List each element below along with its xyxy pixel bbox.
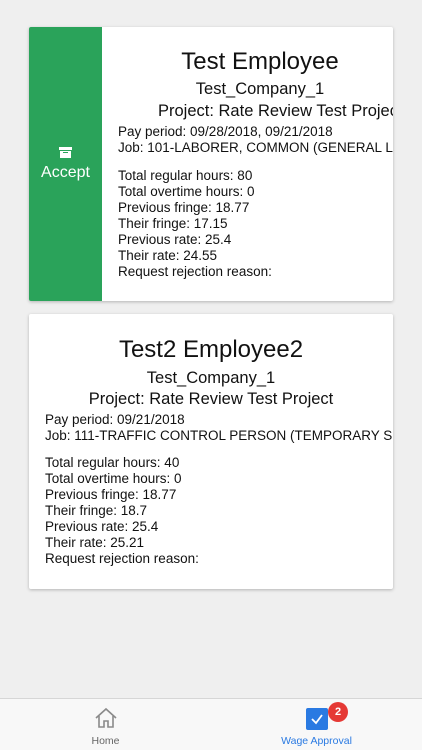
their-rate: Their rate: 25.21 <box>45 535 145 550</box>
rejection-reason: Request rejection reason: <box>45 551 199 566</box>
pay-period: Pay period: 09/21/2018 <box>45 412 185 427</box>
project-name: Project: Rate Review Test Project <box>158 102 393 120</box>
notification-badge: 2 <box>328 702 348 722</box>
wage-request-card[interactable]: Test2 Employee2 Test_Company_1 Project: … <box>29 314 393 589</box>
card-content: Test Employee Test_Company_1 Project: Ra… <box>118 27 393 301</box>
tab-bar: Home 2 Wage Approval <box>0 698 422 750</box>
card-content: Test2 Employee2 Test_Company_1 Project: … <box>45 314 393 589</box>
their-fringe: Their fringe: 17.15 <box>118 216 228 231</box>
employee-name: Test Employee <box>181 48 339 75</box>
total-regular-hours: Total regular hours: 80 <box>118 168 253 183</box>
company-name: Test_Company_1 <box>195 80 325 98</box>
rejection-reason: Request rejection reason: <box>118 264 272 279</box>
accept-label: Accept <box>41 163 90 181</box>
previous-fringe: Previous fringe: 18.77 <box>45 487 177 502</box>
total-overtime-hours: Total overtime hours: 0 <box>45 471 182 486</box>
checkbox-icon <box>306 708 328 730</box>
job: Job: 101-LABORER, COMMON (GENERAL LABOR) <box>118 140 393 155</box>
total-regular-hours: Total regular hours: 40 <box>45 455 180 470</box>
project-name: Project: Rate Review Test Project <box>88 390 334 408</box>
previous-fringe: Previous fringe: 18.77 <box>118 200 250 215</box>
job: Job: 111-TRAFFIC CONTROL PERSON (TEMPORA… <box>45 428 393 443</box>
total-overtime-hours: Total overtime hours: 0 <box>118 184 255 199</box>
company-name: Test_Company_1 <box>146 369 276 387</box>
previous-rate: Previous rate: 25.4 <box>45 519 159 534</box>
tab-wage-approval-label: Wage Approval <box>281 735 352 747</box>
previous-rate: Previous rate: 25.4 <box>118 232 232 247</box>
tab-wage-approval[interactable]: 2 Wage Approval <box>211 699 422 750</box>
employee-name: Test2 Employee2 <box>118 336 304 363</box>
archive-icon <box>59 146 72 158</box>
accept-button[interactable]: Accept <box>29 27 102 301</box>
tab-home-label: Home <box>91 735 120 747</box>
tab-home[interactable]: Home <box>0 699 211 750</box>
wage-request-card[interactable]: Accept Test Employee Test_Company_1 Proj… <box>29 27 393 301</box>
their-rate: Their rate: 24.55 <box>118 248 218 263</box>
home-icon <box>95 707 117 728</box>
pay-period: Pay period: 09/28/2018, 09/21/2018 <box>118 124 333 139</box>
their-fringe: Their fringe: 18.7 <box>45 503 148 518</box>
